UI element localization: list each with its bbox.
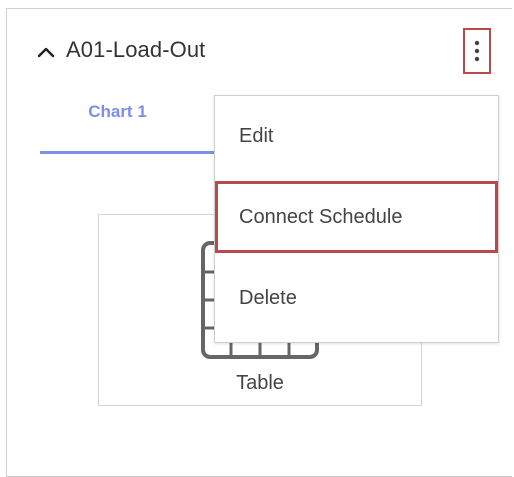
panel-title: A01-Load-Out	[66, 37, 206, 62]
widget-label: Table	[236, 372, 284, 394]
tab-chart-1[interactable]: Chart 1	[40, 100, 215, 154]
menu-item-edit-label: Edit	[239, 124, 274, 147]
context-menu: Edit Connect Schedule Delete	[214, 95, 499, 343]
menu-item-delete-label: Delete	[239, 286, 297, 309]
menu-item-connect-schedule-label: Connect Schedule	[239, 205, 403, 228]
tab-active-indicator	[40, 151, 215, 154]
kebab-vertical-icon	[474, 40, 480, 62]
menu-item-edit[interactable]: Edit	[215, 100, 498, 172]
tab-chart-1-label: Chart 1	[88, 102, 147, 121]
collapse-button[interactable]	[36, 42, 56, 62]
menu-item-connect-schedule[interactable]: Connect Schedule	[215, 181, 498, 253]
menu-item-delete[interactable]: Delete	[215, 262, 498, 334]
more-options-button[interactable]	[463, 28, 491, 74]
chevron-up-icon	[37, 47, 55, 58]
